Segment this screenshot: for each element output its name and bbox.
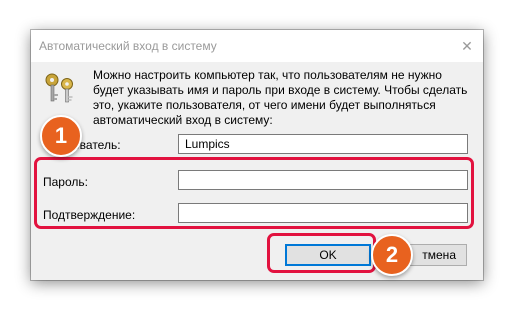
title-bar: Автоматический вход в систему ✕ (31, 30, 483, 62)
close-icon[interactable]: ✕ (451, 30, 483, 62)
autologon-dialog: Автоматический вход в систему ✕ Можно на… (31, 30, 483, 280)
dialog-description: Можно настроить компьютер так, что польз… (93, 68, 468, 127)
highlight-ok-button (267, 233, 376, 273)
step-2-badge: 2 (371, 234, 413, 276)
keys-icon (45, 73, 73, 103)
highlight-password-fields (34, 157, 474, 229)
step-1-badge: 1 (40, 115, 82, 157)
dialog-title: Автоматический вход в систему (39, 39, 217, 53)
user-field[interactable] (178, 134, 468, 154)
